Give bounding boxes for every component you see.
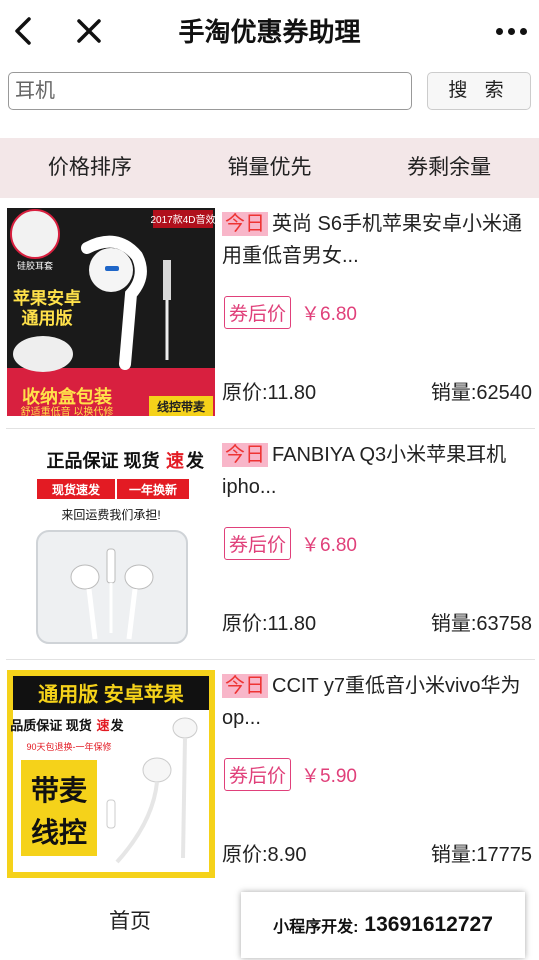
more-dot-icon — [507, 27, 515, 35]
image-earpad-text: 硅胶耳套 — [17, 260, 53, 271]
image-sub-text: 来回运费我们承担! — [61, 507, 160, 522]
original-price: 原价:11.80 — [222, 613, 317, 635]
coupon-price-row: 券后价 ￥6.80 — [224, 527, 357, 560]
back-button[interactable] — [6, 14, 40, 48]
sort-by-sales-tab[interactable]: 销量优先 — [180, 138, 360, 198]
image-bottom-sub-text: 舒适重低音 以换代修 — [21, 405, 114, 416]
image-compat-text: 苹果安卓 — [13, 288, 81, 308]
earphones-product-image: 2017款4D音效 硅胶耳套 苹果安卓 通用版 收纳盒包装 舒适重低音 以换代修… — [7, 208, 215, 416]
image-line1-end: 发 — [109, 718, 124, 733]
image-big-text-1: 带麦 — [31, 775, 88, 806]
coupon-price: ￥6.80 — [301, 535, 357, 556]
image-badge-text: 现货速发 — [52, 482, 101, 497]
close-button[interactable] — [72, 14, 106, 48]
product-image[interactable]: 通用版 安卓苹果 品质保证 现货 速 发 90天包退换-一年保修 带麦 线控 — [7, 670, 215, 878]
coupon-price-row: 券后价 ￥5.90 — [224, 758, 357, 791]
search-button[interactable]: 搜 索 — [427, 72, 531, 110]
today-tag: 今日 — [222, 674, 268, 698]
image-bottom-badge: 线控带麦 — [157, 399, 206, 414]
coupon-price: ￥5.90 — [301, 766, 357, 787]
image-version-text: 通用版 — [22, 308, 73, 328]
product-item[interactable]: 正品保证 现货 速 发 现货速发 一年换新 来回运费我们承担! 今日 FANBIY… — [0, 429, 539, 659]
search-input[interactable] — [8, 72, 412, 110]
image-headline-text: 正品保证 现货 — [46, 450, 159, 471]
image-badge-text-2: 一年换新 — [129, 482, 177, 497]
image-line1-text: 品质保证 现货 — [10, 718, 92, 733]
product-info: 今日 CCIT y7重低音小米vivo华为op... 券后价 ￥5.90 原价:8… — [222, 670, 534, 878]
sales-count: 销量:62540 — [430, 382, 532, 404]
coupon-tag: 券后价 — [224, 758, 292, 791]
image-headline-end: 发 — [185, 450, 205, 471]
image-line1-accent: 速 — [96, 718, 109, 733]
promo-label: 小程序开发: — [273, 919, 359, 936]
product-title[interactable]: 今日 CCIT y7重低音小米vivo华为op... — [222, 670, 534, 734]
sort-by-price-tab[interactable]: 价格排序 — [0, 138, 180, 198]
more-dot-icon — [519, 27, 527, 35]
original-price: 原价:11.80 — [222, 382, 317, 404]
coupon-price-row: 券后价 ￥6.80 — [224, 296, 357, 329]
sales-count: 销量:63758 — [430, 613, 532, 635]
product-info: 今日 英尚 S6手机苹果安卓小米通用重低音男女... 券后价 ￥6.80 原价:1… — [222, 208, 534, 416]
image-badge-text: 2017款4D音效 — [150, 213, 215, 226]
product-item[interactable]: 通用版 安卓苹果 品质保证 现货 速 发 90天包退换-一年保修 带麦 线控 今… — [0, 660, 539, 890]
image-line2-text: 90天包退换-一年保修 — [26, 741, 111, 752]
earphones-product-image: 正品保证 现货 速 发 现货速发 一年换新 来回运费我们承担! — [7, 439, 215, 647]
coupon-price: ￥6.80 — [301, 304, 357, 325]
product-image[interactable]: 2017款4D音效 硅胶耳套 苹果安卓 通用版 收纳盒包装 舒适重低音 以换代修… — [7, 208, 215, 416]
product-image[interactable]: 正品保证 现货 速 发 现货速发 一年换新 来回运费我们承担! — [7, 439, 215, 647]
coupon-tag: 券后价 — [224, 527, 292, 560]
product-item[interactable]: 2017款4D音效 硅胶耳套 苹果安卓 通用版 收纳盒包装 舒适重低音 以换代修… — [0, 198, 539, 428]
image-bottom-text: 收纳盒包装 — [22, 386, 112, 407]
more-dot-icon — [495, 27, 503, 35]
sales-count: 销量:17775 — [430, 844, 532, 866]
earphones-product-image: 通用版 安卓苹果 品质保证 现货 速 发 90天包退换-一年保修 带麦 线控 — [7, 670, 215, 878]
search-row: 搜 索 — [0, 64, 539, 138]
top-bar: 手淘优惠券助理 — [0, 0, 539, 64]
promo-banner[interactable]: 小程序开发: 13691612727 — [241, 892, 525, 958]
sort-bar: 价格排序 销量优先 券剩余量 — [0, 138, 539, 198]
more-menu-button[interactable] — [491, 14, 531, 48]
image-headline-accent: 速 — [166, 450, 184, 471]
home-tab[interactable]: 首页 — [60, 900, 200, 944]
close-icon — [77, 19, 101, 43]
image-banner-text: 通用版 安卓苹果 — [38, 682, 184, 706]
original-price: 原价:8.90 — [222, 844, 307, 866]
coupon-tag: 券后价 — [224, 296, 292, 329]
sort-by-coupon-remaining-tab[interactable]: 券剩余量 — [359, 138, 539, 198]
product-info: 今日 FANBIYA Q3小米苹果耳机ipho... 券后价 ￥6.80 原价:1… — [222, 439, 534, 647]
product-title[interactable]: 今日 FANBIYA Q3小米苹果耳机ipho... — [222, 439, 534, 503]
image-big-text-2: 线控 — [31, 817, 87, 848]
promo-phone: 13691612727 — [364, 913, 493, 936]
today-tag: 今日 — [222, 443, 268, 467]
product-title[interactable]: 今日 英尚 S6手机苹果安卓小米通用重低音男女... — [222, 208, 534, 272]
chevron-left-icon — [15, 17, 31, 45]
today-tag: 今日 — [222, 212, 268, 236]
page-title: 手淘优惠券助理 — [178, 17, 361, 47]
